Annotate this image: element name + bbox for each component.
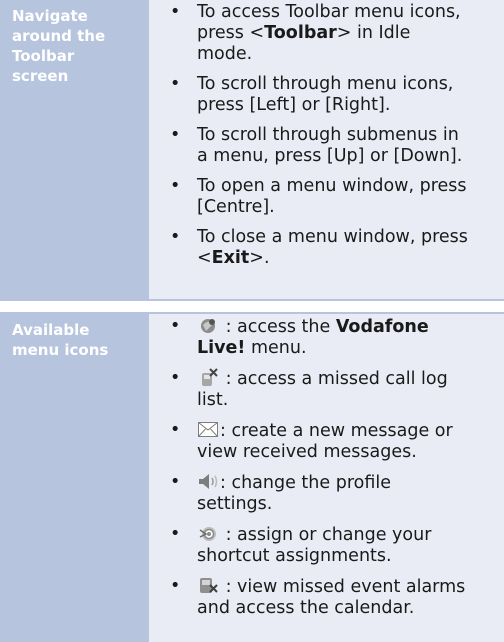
navigate-heading-line: around the — [12, 27, 106, 45]
navigate-body-cell: • To access Toolbar menu icons, press <Too… — [149, 0, 504, 299]
bullet-point: • — [170, 472, 181, 492]
menu-icons-heading-line: Available — [12, 321, 90, 339]
menu-icon-item-line: : change the profile — [197, 472, 504, 494]
bullet-point: • — [170, 227, 181, 247]
menu-icon-item: • : create a new message or view received … — [167, 420, 504, 463]
speaker-icon — [197, 472, 219, 491]
navigate-item-line: [Centre]. — [197, 197, 275, 217]
navigate-item: • To close a menu window, press <Exit>. — [167, 227, 504, 269]
navigate-item: • To scroll through submenus in a menu, pr… — [167, 125, 504, 167]
bullet-point: • — [170, 316, 181, 336]
menu-icon-item-line: shortcut assignments. — [197, 546, 392, 566]
menu-icon-item-line: list. — [197, 390, 229, 410]
bold-term: Exit — [211, 248, 250, 268]
menu-icon-item-line: : view missed event alarms — [197, 576, 504, 598]
menu-icons-heading-line: menu icons — [12, 341, 109, 359]
bullet-point: • — [170, 576, 181, 596]
navigate-item-line: mode. — [197, 44, 253, 64]
menu-icon-item-line: settings. — [197, 494, 273, 514]
bullet-point: • — [170, 2, 181, 22]
navigate-heading-line: screen — [12, 67, 69, 85]
bullet-point: • — [170, 74, 181, 94]
envelope-icon — [197, 420, 219, 439]
navigate-item-line: To scroll through submenus in — [197, 125, 459, 145]
navigate-item-line: To close a menu window, press — [197, 227, 468, 247]
navigate-item-line: a menu, press [Up] or [Down]. — [197, 146, 463, 166]
bold-term: Vodafone — [335, 317, 429, 337]
menu-icons-heading: Available menu icons — [12, 320, 142, 360]
navigate-item-line: press <Toolbar> in Idle — [197, 23, 411, 43]
menu-icons-section: Available menu icons • : access the Voda… — [0, 314, 504, 642]
menu-icon-item: • : change the profile settings. — [167, 472, 504, 515]
navigate-item: • To scroll through menu icons, press [Lef… — [167, 74, 504, 116]
navigate-item: • To open a menu window, press [Centre]. — [167, 176, 504, 218]
bullet-point: • — [170, 524, 181, 544]
bold-term: Live! — [197, 338, 246, 358]
calendar-alarm-icon — [197, 576, 219, 595]
menu-icon-item: • : assign or change your shortcut assign… — [167, 524, 504, 567]
navigate-item-line: press [Left] or [Right]. — [197, 95, 391, 115]
navigate-heading: Navigate around the Toolbar screen — [12, 6, 142, 86]
menu-icon-item: • : access a missed call log list. — [167, 368, 504, 411]
menu-icons-heading-cell: Available menu icons — [0, 314, 149, 642]
menu-icon-item-line: : access a missed call log — [197, 368, 504, 390]
missed-call-icon — [197, 368, 219, 387]
bold-term: Toolbar — [264, 23, 337, 43]
navigate-heading-line: Navigate — [12, 7, 88, 25]
menu-icons-bullet-list: • : access the Vodafone Live! menu. • : ac… — [167, 316, 504, 628]
bullet-point: • — [170, 125, 181, 145]
navigate-heading-line: Toolbar — [12, 47, 75, 65]
menu-icons-body-cell: • : access the Vodafone Live! menu. • : ac… — [149, 314, 504, 642]
menu-icon-item-line: : access the Vodafone — [197, 316, 504, 338]
navigate-item-line: To access Toolbar menu icons, — [197, 2, 461, 22]
menu-icon-item-line: Live! menu. — [197, 338, 307, 358]
menu-icon-item: • : view missed event alarms and access t… — [167, 576, 504, 619]
menu-icon-item-line: view received messages. — [197, 442, 417, 462]
menu-icon-item: • : access the Vodafone Live! menu. — [167, 316, 504, 359]
navigate-item-line: To open a menu window, press — [197, 176, 467, 196]
navigate-bullet-list: • To access Toolbar menu icons, press <Too… — [167, 2, 504, 278]
navigate-item: • To access Toolbar menu icons, press <Too… — [167, 2, 504, 65]
navigate-heading-cell: Navigate around the Toolbar screen — [0, 0, 149, 299]
navigate-item-line: <Exit>. — [197, 248, 270, 268]
bullet-point: • — [170, 368, 181, 388]
navigate-item-line: To scroll through menu icons, — [197, 74, 454, 94]
bullet-point: • — [170, 420, 181, 440]
vodafone-live-icon — [197, 316, 219, 335]
section-divider — [0, 299, 504, 301]
shortcut-icon — [197, 524, 219, 543]
menu-icon-item-line: : create a new message or — [197, 420, 504, 442]
menu-icon-item-line: and access the calendar. — [197, 598, 415, 618]
menu-icon-item-line: : assign or change your — [197, 524, 504, 546]
bullet-point: • — [170, 176, 181, 196]
navigate-section: Navigate around the Toolbar screen • To a… — [0, 0, 504, 299]
